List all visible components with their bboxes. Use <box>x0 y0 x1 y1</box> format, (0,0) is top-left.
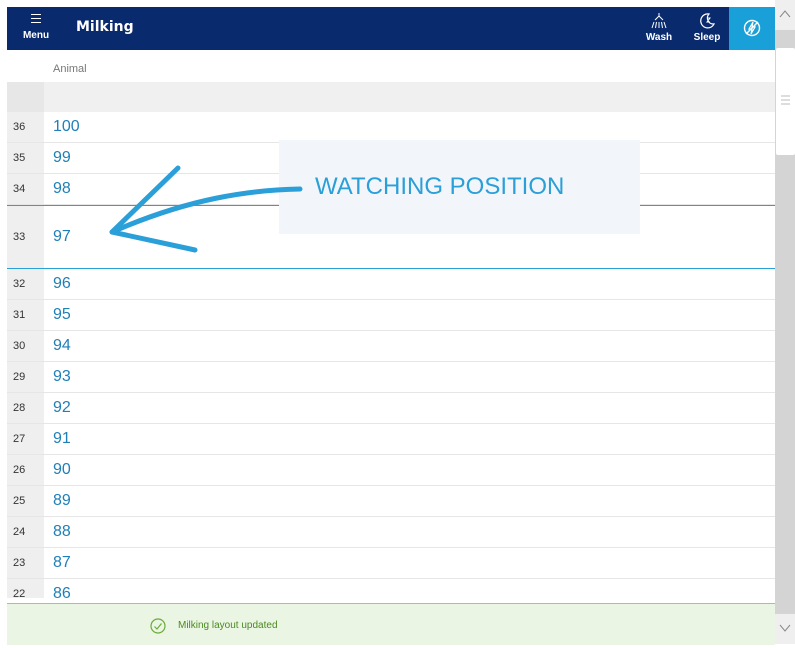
grip-icon <box>781 95 790 105</box>
menu-button[interactable]: Menu <box>7 7 65 50</box>
scroll-up-button[interactable] <box>775 0 795 30</box>
animal-column-label[interactable]: Animal <box>53 63 87 75</box>
moon-icon <box>700 13 716 29</box>
row-index: 35 <box>7 143 44 173</box>
row-index: 32 <box>7 269 44 299</box>
wash-label: Wash <box>645 32 673 43</box>
table-row[interactable]: 30 94 <box>7 331 775 362</box>
animal-number[interactable]: 88 <box>53 517 71 547</box>
table-row[interactable]: 29 93 <box>7 362 775 393</box>
vertical-scrollbar[interactable] <box>775 0 795 644</box>
row-index: 27 <box>7 424 44 454</box>
animal-number[interactable]: 93 <box>53 362 71 392</box>
animal-number[interactable]: 99 <box>53 143 71 173</box>
row-index: 28 <box>7 393 44 423</box>
table-row[interactable]: 24 88 <box>7 517 775 548</box>
scroll-down-button[interactable] <box>775 614 795 644</box>
filter-row-index-cell <box>7 82 44 112</box>
table-row[interactable]: 27 91 <box>7 424 775 455</box>
hamburger-icon <box>31 14 41 23</box>
watching-position-callout: WATCHING POSITION <box>279 140 640 234</box>
row-index: 23 <box>7 548 44 578</box>
row-index: 33 <box>7 206 44 268</box>
table-row[interactable]: 25 89 <box>7 486 775 517</box>
animal-number[interactable]: 97 <box>53 206 71 268</box>
table-row[interactable]: 36 100 <box>7 112 775 143</box>
chevron-down-icon <box>779 624 791 632</box>
status-toast: Milking layout updated <box>7 603 775 645</box>
shower-icon <box>651 13 667 29</box>
scroll-thumb[interactable] <box>776 48 795 155</box>
toast-message: Milking layout updated <box>178 620 278 631</box>
animal-number[interactable]: 90 <box>53 455 71 485</box>
row-index: 34 <box>7 174 44 204</box>
table-row[interactable]: 31 95 <box>7 300 775 331</box>
top-bar: Menu Milking Wash Sleep <box>7 7 775 50</box>
check-circle-icon <box>150 618 166 634</box>
animal-number[interactable]: 87 <box>53 548 71 578</box>
table-row[interactable]: 26 90 <box>7 455 775 486</box>
callout-arrow-icon <box>109 165 303 253</box>
row-index: 30 <box>7 331 44 361</box>
animal-number[interactable]: 100 <box>53 112 80 142</box>
animal-number[interactable]: 95 <box>53 300 71 330</box>
row-index: 29 <box>7 362 44 392</box>
chevron-up-icon <box>779 10 791 18</box>
row-index: 36 <box>7 112 44 142</box>
row-index: 24 <box>7 517 44 547</box>
animal-number[interactable]: 92 <box>53 393 71 423</box>
sleep-button[interactable]: Sleep <box>687 7 727 50</box>
row-index: 26 <box>7 455 44 485</box>
power-button[interactable] <box>729 7 775 50</box>
row-index: 25 <box>7 486 44 516</box>
animal-number[interactable]: 94 <box>53 331 71 361</box>
table-row[interactable]: 32 96 <box>7 269 775 300</box>
callout-text: WATCHING POSITION <box>315 173 565 200</box>
animal-number[interactable]: 96 <box>53 269 71 299</box>
table-row[interactable]: 28 92 <box>7 393 775 424</box>
column-header: Animal <box>7 51 775 83</box>
table-row[interactable]: 23 87 <box>7 548 775 579</box>
power-off-icon <box>743 19 761 37</box>
animal-number[interactable]: 89 <box>53 486 71 516</box>
row-index: 22 <box>7 579 44 598</box>
wash-button[interactable]: Wash <box>639 7 679 50</box>
sleep-label: Sleep <box>693 32 721 43</box>
animal-number[interactable]: 98 <box>53 174 71 204</box>
animal-number[interactable]: 86 <box>53 579 71 598</box>
page-title: Milking <box>76 19 134 35</box>
menu-label: Menu <box>22 30 50 41</box>
row-index: 31 <box>7 300 44 330</box>
filter-row <box>7 82 775 112</box>
table-row[interactable]: 22 86 <box>7 579 775 598</box>
animal-number[interactable]: 91 <box>53 424 71 454</box>
